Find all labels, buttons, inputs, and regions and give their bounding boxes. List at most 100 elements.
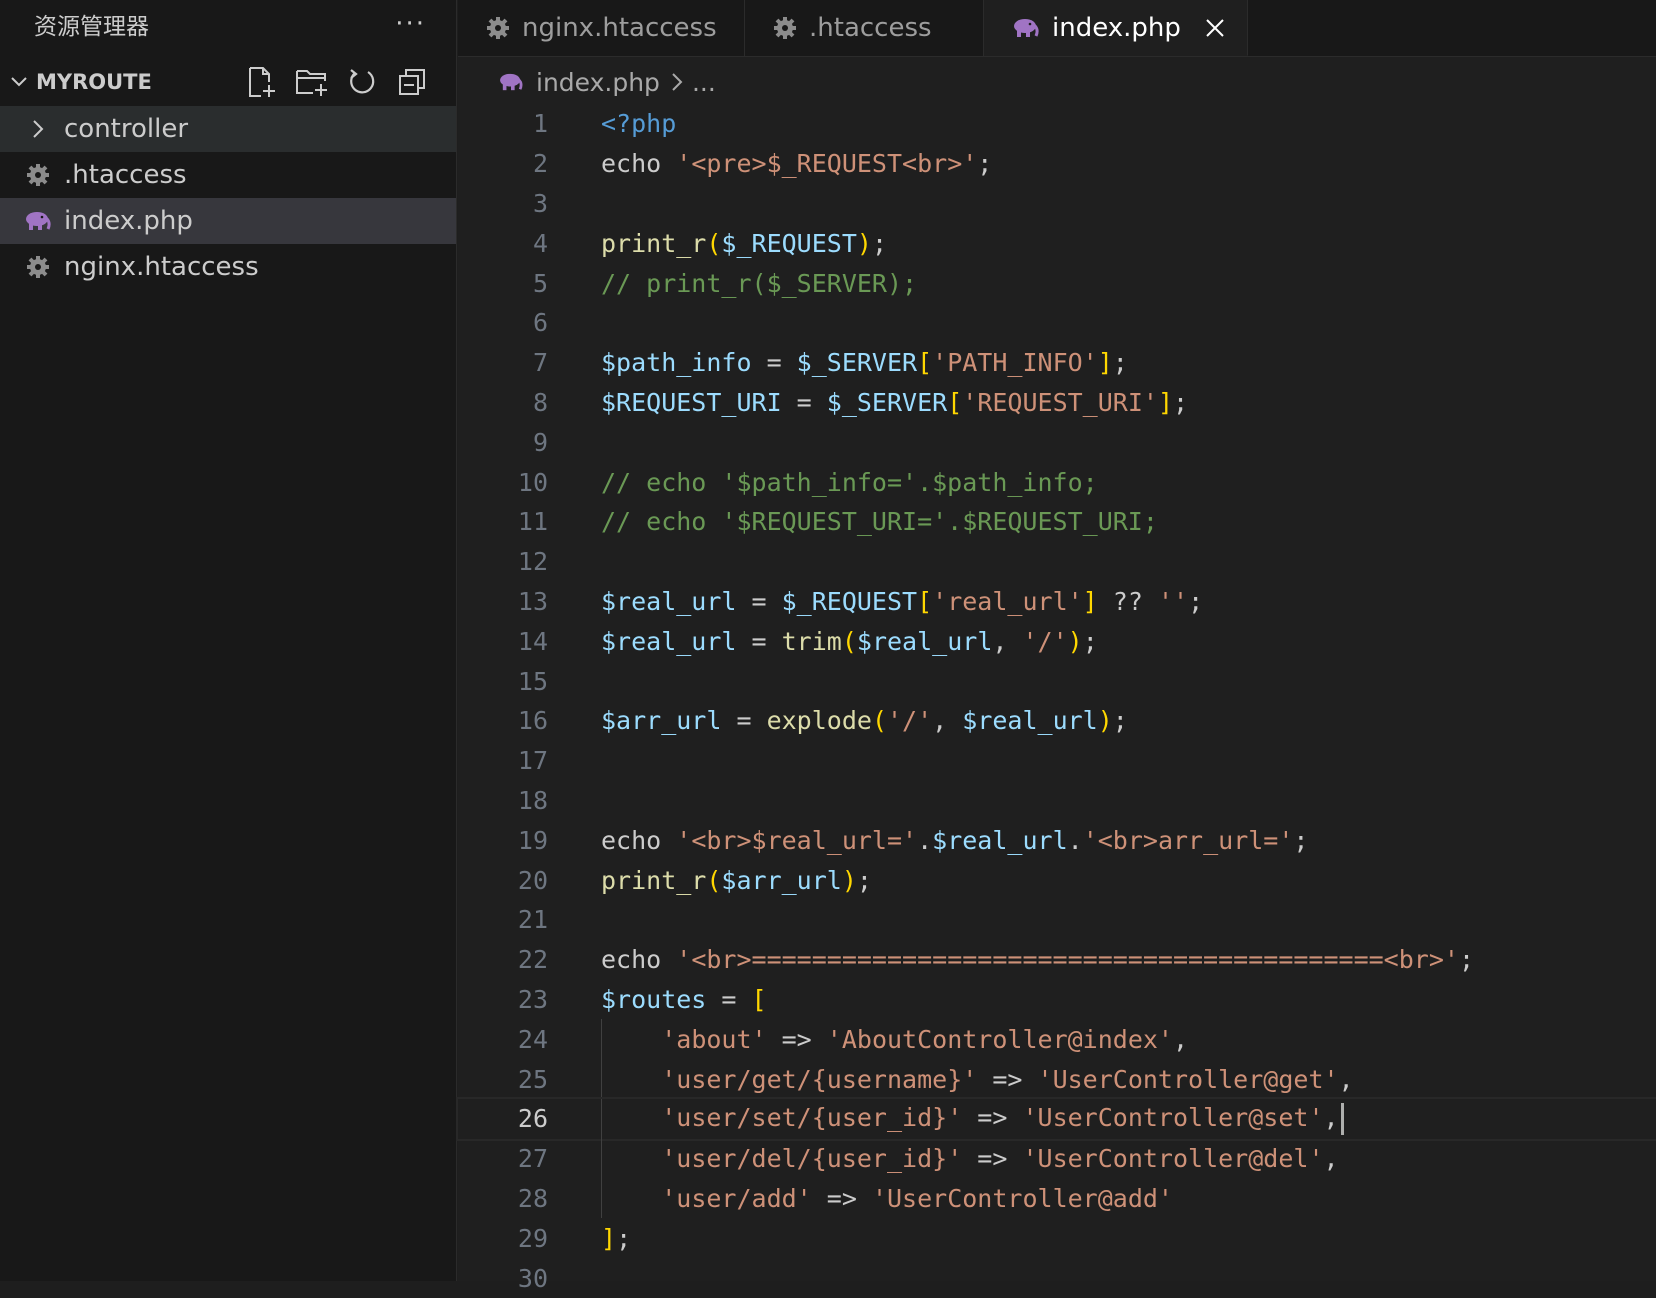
tree-item-label: .htaccess — [64, 160, 187, 190]
line-number: 13 — [517, 586, 548, 616]
tree-item-index-php[interactable]: index.php — [0, 198, 456, 244]
explorer-sidebar: 资源管理器 ··· MYROUTE controller .htaccess i… — [0, 0, 457, 1281]
code-line[interactable]: 6 — [458, 303, 1656, 343]
tree-item-controller[interactable]: controller — [0, 106, 456, 152]
code-text: echo '<br>==============================… — [601, 945, 1474, 975]
php-elephant-icon — [18, 210, 58, 232]
tab-htaccess[interactable]: .htaccess — [745, 0, 984, 56]
breadcrumb-symbols[interactable]: ... — [692, 68, 716, 97]
line-number: 27 — [517, 1144, 548, 1174]
line-number: 30 — [517, 1263, 548, 1293]
code-line[interactable]: 22 echo '<br>============================… — [458, 940, 1656, 980]
code-line[interactable]: 7 $path_info = $_SERVER['PATH_INFO']; — [458, 343, 1656, 383]
editor-area: nginx.htaccess .htaccess index.php index… — [456, 0, 1656, 1293]
project-name: MYROUTE — [36, 70, 152, 94]
tab-label: index.php — [1052, 12, 1181, 43]
line-number: 6 — [532, 308, 548, 338]
code-text: print_r($_REQUEST); — [601, 228, 888, 258]
code-line[interactable]: 28 'user/add' => 'UserController@add' — [458, 1178, 1656, 1219]
line-number: 5 — [532, 268, 548, 298]
line-number: 1 — [532, 109, 548, 139]
line-number: 8 — [532, 387, 548, 417]
gear-icon — [773, 16, 797, 40]
code-line[interactable]: 16 $arr_url = explode('/', $real_url); — [458, 701, 1656, 741]
chevron-down-icon[interactable] — [4, 72, 34, 92]
line-number: 14 — [517, 626, 548, 656]
refresh-icon[interactable] — [344, 64, 380, 100]
code-line[interactable]: 9 — [458, 422, 1656, 462]
line-number: 12 — [517, 547, 548, 577]
tree-item-label: index.php — [64, 206, 193, 236]
tree-item-htaccess[interactable]: .htaccess — [0, 152, 456, 198]
line-number: 16 — [517, 706, 548, 736]
code-line[interactable]: 17 — [458, 741, 1656, 781]
code-text: echo '<pre>$_REQUEST<br>'; — [601, 149, 993, 179]
code-line[interactable]: 18 — [458, 781, 1656, 821]
code-line[interactable]: 25 'user/get/{username}' => 'UserControl… — [458, 1059, 1656, 1099]
explorer-actions — [244, 64, 456, 100]
line-number: 22 — [517, 945, 548, 975]
code-line[interactable]: 29]; — [458, 1218, 1656, 1258]
chevron-right-icon — [18, 118, 58, 140]
code-line[interactable]: 27 'user/del/{user_id}' => 'UserControll… — [458, 1138, 1656, 1179]
explorer-title: 资源管理器 — [34, 14, 149, 40]
code-line[interactable]: 14 $real_url = trim($real_url, '/'); — [458, 621, 1656, 661]
line-number: 7 — [532, 348, 548, 378]
code-line[interactable]: 26 'user/set/{user_id}' => 'UserControll… — [456, 1096, 1656, 1141]
code-text: $routes = [ — [601, 984, 767, 1014]
code-text: print_r($arr_url); — [601, 865, 872, 895]
explorer-header: 资源管理器 ··· — [0, 0, 456, 48]
code-line[interactable]: 11 // echo '$REQUEST_URI='.$REQUEST_URI; — [458, 502, 1656, 542]
code-text: 'user/get/{username}' => 'UserController… — [661, 1064, 1354, 1094]
php-elephant-icon — [1012, 17, 1040, 39]
code-text: $REQUEST_URI = $_SERVER['REQUEST_URI']; — [601, 387, 1189, 417]
tab-nginx-htaccess[interactable]: nginx.htaccess — [458, 0, 745, 56]
collapse-all-icon[interactable] — [394, 64, 430, 100]
new-folder-icon[interactable] — [294, 64, 330, 100]
more-actions-icon[interactable]: ··· — [395, 9, 426, 39]
code-text: 'user/set/{user_id}' => 'UserController@… — [601, 1102, 1344, 1135]
code-editor[interactable]: 1 <?php 2 echo '<pre>$_REQUEST<br>'; 3 4 print… — [456, 104, 1656, 1293]
tree-item-nginx-htaccess[interactable]: nginx.htaccess — [0, 244, 456, 290]
code-line[interactable]: 21 — [458, 900, 1656, 940]
code-line[interactable]: 24 'about' => 'AboutController@index', — [458, 1019, 1656, 1060]
code-line[interactable]: 8 $REQUEST_URI = $_SERVER['REQUEST_URI']; — [458, 383, 1656, 423]
line-number: 28 — [517, 1183, 548, 1213]
line-number: 10 — [517, 467, 548, 497]
tab-label: nginx.htaccess — [522, 13, 717, 43]
code-text: <?php — [601, 109, 677, 139]
code-line[interactable]: 12 — [458, 542, 1656, 582]
gear-icon — [18, 163, 58, 187]
code-line[interactable]: 5 // print_r($_SERVER); — [458, 263, 1656, 303]
php-elephant-icon — [498, 72, 524, 92]
tab-label: .htaccess — [809, 13, 932, 43]
close-icon[interactable] — [1205, 18, 1225, 38]
code-line[interactable]: 3 — [458, 184, 1656, 224]
code-line[interactable]: 13 $real_url = $_REQUEST['real_url'] ?? '… — [458, 582, 1656, 622]
line-number: 19 — [517, 825, 548, 855]
code-line[interactable]: 2 echo '<pre>$_REQUEST<br>'; — [458, 144, 1656, 184]
code-line[interactable]: 10 // echo '$path_info='.$path_info; — [458, 462, 1656, 502]
code-text: // echo '$path_info='.$path_info; — [601, 467, 1098, 497]
line-number: 9 — [532, 427, 548, 457]
code-line[interactable]: 4 print_r($_REQUEST); — [458, 223, 1656, 263]
line-number: 3 — [532, 188, 548, 218]
code-text: $real_url = trim($real_url, '/'); — [601, 626, 1098, 656]
line-number: 4 — [532, 228, 548, 258]
project-section-header[interactable]: MYROUTE — [0, 58, 456, 106]
line-number: 2 — [532, 149, 548, 179]
code-line[interactable]: 19 echo '<br>$real_url='.$real_url.'<br>a… — [458, 820, 1656, 860]
code-text: 'user/del/{user_id}' => 'UserController@… — [661, 1144, 1339, 1174]
tab-index-php[interactable]: index.php — [984, 0, 1248, 56]
new-file-icon[interactable] — [244, 64, 280, 100]
code-text: $path_info = $_SERVER['PATH_INFO']; — [601, 348, 1128, 378]
code-text: 'about' => 'AboutController@index', — [661, 1024, 1189, 1054]
code-line[interactable]: 1 <?php — [458, 104, 1656, 144]
code-line[interactable]: 15 — [458, 661, 1656, 701]
code-line[interactable]: 30 — [458, 1258, 1656, 1298]
code-text: // echo '$REQUEST_URI='.$REQUEST_URI; — [601, 507, 1158, 537]
breadcrumb-file[interactable]: index.php — [536, 68, 660, 97]
line-number: 23 — [517, 984, 548, 1014]
code-line[interactable]: 23 $routes = [ — [458, 980, 1656, 1020]
code-line[interactable]: 20 print_r($arr_url); — [458, 860, 1656, 900]
